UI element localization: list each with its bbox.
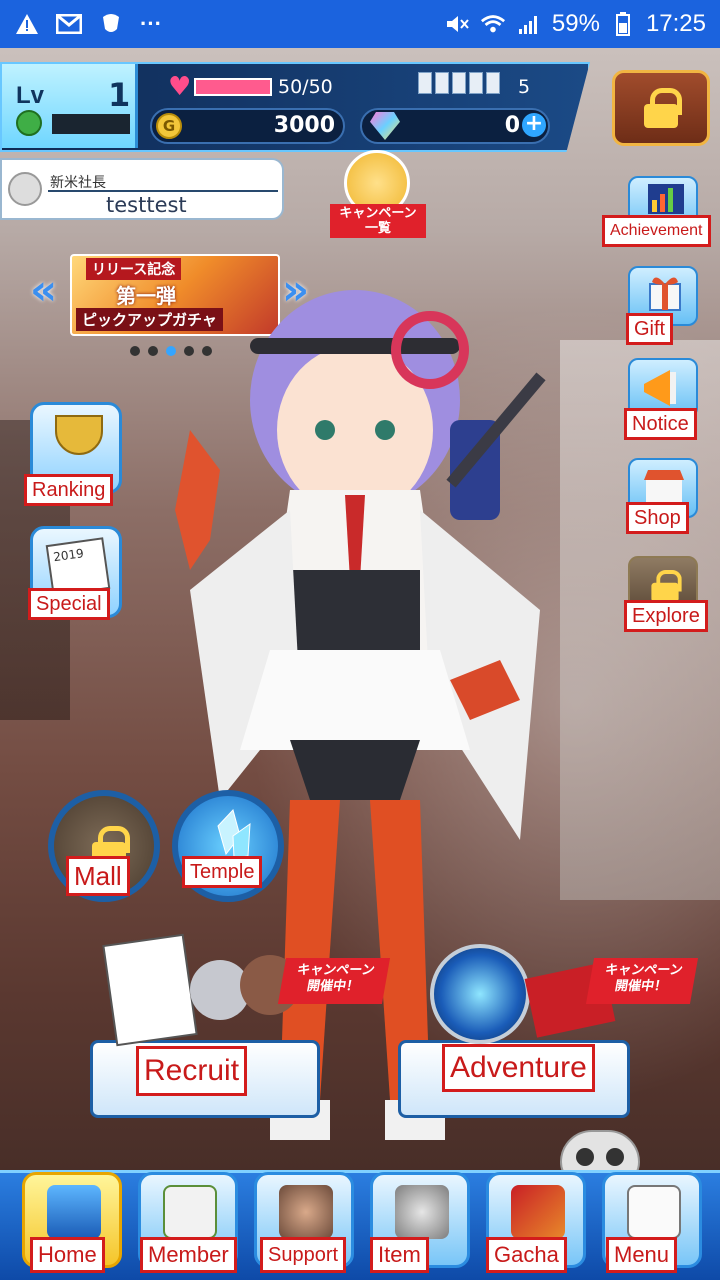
armor-icon xyxy=(395,1185,449,1239)
gmail-icon xyxy=(56,12,82,36)
clock: 17:25 xyxy=(645,10,706,37)
mute-icon xyxy=(444,12,470,36)
android-status-bar: ··· 59% 17:25 xyxy=(0,0,720,48)
locked-feature-button[interactable] xyxy=(612,70,710,146)
app-icon xyxy=(98,12,124,36)
nav-home-label: Home xyxy=(30,1237,105,1273)
banner-line1: リリース記念 xyxy=(86,258,182,280)
carousel-dot[interactable] xyxy=(130,346,140,356)
rank-medal-icon xyxy=(8,172,42,206)
signal-icon xyxy=(516,12,542,36)
battery-percent: 59% xyxy=(551,10,600,37)
wifi-icon xyxy=(480,12,506,36)
nav-item-label: Item xyxy=(370,1237,429,1273)
gift-label: Gift xyxy=(626,313,674,345)
player-title: 新米社長 xyxy=(50,175,106,191)
stamina-value: 50/50 xyxy=(278,76,333,98)
level-value: 1 xyxy=(108,76,131,114)
level-label: Lv xyxy=(16,82,45,109)
lock-icon xyxy=(644,88,682,128)
calendar-year: 2019 xyxy=(52,546,85,565)
clipboard-icon xyxy=(627,1185,681,1239)
sprout-icon xyxy=(16,110,42,136)
adventure-label: Adventure xyxy=(442,1044,595,1092)
add-gems-button[interactable]: + xyxy=(522,113,546,137)
more-icon: ··· xyxy=(140,11,162,36)
ranking-label: Ranking xyxy=(24,474,114,506)
notice-label: Notice xyxy=(624,408,697,440)
coin-value: 3000 xyxy=(273,113,335,138)
profile-plate[interactable]: 新米社長 testtest xyxy=(0,158,284,220)
shop-label: Shop xyxy=(626,502,689,534)
gacha-icon xyxy=(511,1185,565,1239)
exp-bar xyxy=(52,114,130,134)
warning-icon xyxy=(14,12,40,36)
coin-icon: G xyxy=(156,113,182,139)
lock-icon xyxy=(651,570,682,602)
adventure-campaign-tag: キャンペーン 開催中！ xyxy=(585,958,699,1004)
campaign-list-label: キャンペーン 一覧 xyxy=(330,204,426,238)
portal-icon xyxy=(430,944,530,1044)
trophy-icon xyxy=(55,415,103,455)
temple-label: Temple xyxy=(182,856,263,888)
campaign-list-button[interactable]: キャンペーン 一覧 xyxy=(330,150,426,240)
nav-menu-label: Menu xyxy=(606,1237,678,1273)
special-label: Special xyxy=(28,588,110,620)
nav-gacha-label: Gacha xyxy=(486,1237,567,1273)
nav-support-label: Support xyxy=(260,1237,347,1273)
building-icon xyxy=(47,1185,101,1239)
support-icon xyxy=(279,1185,333,1239)
nav-member-label: Member xyxy=(140,1237,237,1273)
recruit-label: Recruit xyxy=(136,1046,248,1096)
level-box[interactable]: Lv 1 xyxy=(2,64,138,148)
recruit-campaign-tag: キャンペーン 開催中！ xyxy=(277,958,391,1004)
stamina-bar xyxy=(194,78,272,96)
card-stack-icon xyxy=(418,72,500,94)
carousel-prev-button[interactable]: « xyxy=(30,268,66,316)
explore-label: Explore xyxy=(624,600,708,632)
divider xyxy=(48,190,278,192)
member-icon xyxy=(163,1185,217,1239)
gem-value: 0 xyxy=(504,113,520,138)
heart-icon: ♥ xyxy=(168,72,192,102)
achievement-label: Achievement xyxy=(602,215,711,247)
card-count: 5 xyxy=(518,76,531,98)
player-name: testtest xyxy=(106,193,187,217)
battery-icon xyxy=(610,12,636,36)
mall-label: Mall xyxy=(66,856,130,896)
